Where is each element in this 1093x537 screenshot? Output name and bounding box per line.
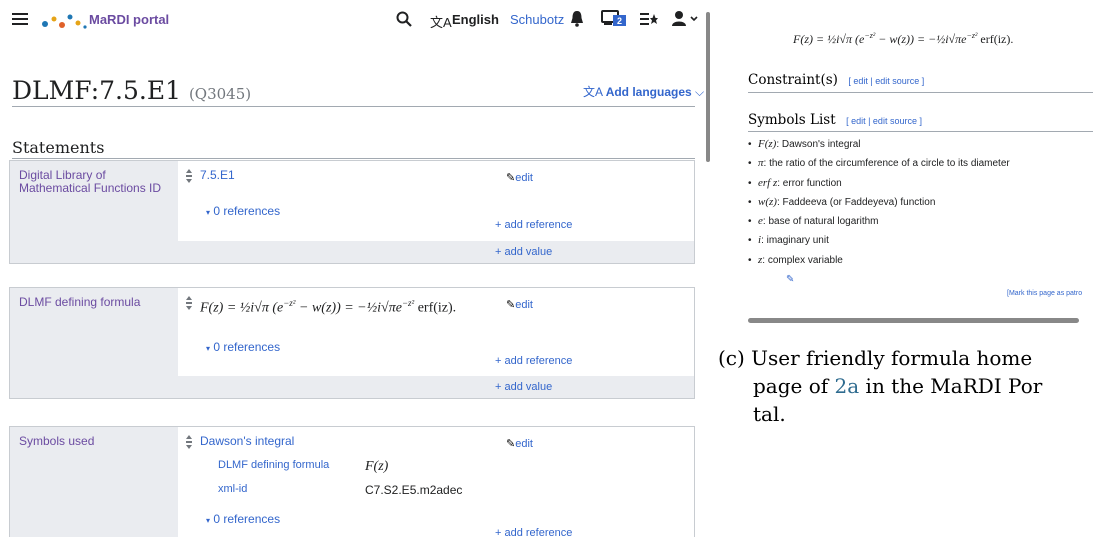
mark-patrolled-link[interactable]: [Mark this page as patro [1007, 290, 1082, 297]
page-title: DLMF:7.5.E1 (Q3045) [12, 76, 251, 105]
figure-caption: (c) User friendly formula home page of 2… [718, 346, 1043, 426]
formula-page-panel: F(z) = ½i√π (e−z² − w(z)) = −½i√πe−z² er… [716, 0, 1093, 537]
user-menu-icon[interactable] [672, 10, 698, 32]
qualifier-property[interactable]: DLMF defining formula [218, 459, 329, 471]
list-item: • z: complex variable [748, 253, 843, 266]
formula-value: F(z) = ½i√π (e−z² − w(z)) = −½i√πe−z² er… [200, 298, 457, 316]
add-value-button[interactable]: + add value [495, 246, 552, 258]
list-item: • w(z): Faddeeva (or Faddeyeva) function [748, 195, 936, 208]
pencil-icon[interactable]: ✎ [786, 274, 794, 285]
pencil-icon: ✎ [506, 438, 516, 450]
edit-button[interactable]: ✎edit [506, 171, 533, 184]
edit-button[interactable]: ✎edit [506, 298, 533, 311]
statement-value[interactable]: 7.5.E1 [200, 168, 235, 182]
symbols-list: • F(z): Dawson's integral • π: the ratio o… [748, 138, 1010, 273]
edit-button[interactable]: ✎edit [506, 437, 533, 450]
references-toggle[interactable]: ▾ 0 references [206, 204, 280, 218]
menu-icon[interactable] [12, 12, 28, 26]
list-item: • e: base of natural logarithm [748, 215, 879, 228]
add-reference-button[interactable]: + add reference [495, 527, 572, 537]
horizontal-scrollbar[interactable] [748, 318, 1079, 323]
edit-section-link[interactable]: [ edit | edit source ] [846, 116, 922, 126]
references-toggle[interactable]: ▾ 0 references [206, 512, 280, 526]
statement-group-symbols-used: Symbols used Dawson's integral ✎edit DLM… [9, 426, 695, 537]
add-reference-button[interactable]: + add reference [495, 355, 572, 367]
item-label: DLMF:7.5.E1 [12, 76, 181, 105]
statements-heading: Statements [12, 138, 105, 157]
qualifier-value: C7.S2.E5.m2adec [365, 483, 463, 497]
qualifier-property[interactable]: xml-id [218, 483, 247, 495]
statement-value[interactable]: Dawson's integral [200, 434, 294, 448]
svg-text:2: 2 [617, 16, 622, 26]
user-link[interactable]: Schubotz [510, 12, 564, 27]
add-languages-label: Add languages [605, 85, 692, 99]
title-divider [12, 106, 695, 107]
add-value-button[interactable]: + add value [495, 381, 552, 393]
references-toggle[interactable]: ▾ 0 references [206, 340, 280, 354]
statement-property[interactable]: DLMF defining formula [10, 288, 178, 398]
add-languages-button[interactable]: 文A Add languages ⌵ [583, 83, 704, 100]
section-divider [748, 131, 1093, 132]
qualifier-value: F(z) [365, 459, 389, 474]
chevron-down-icon: ⌵ [691, 85, 705, 99]
list-item: • F(z): Dawson's integral [748, 138, 861, 150]
constraints-heading: Constraint(s) [ edit | edit source ] [748, 72, 925, 88]
pencil-icon: ✎ [506, 299, 516, 311]
wikibase-item-page: MaRDI portal 文A English Schubotz 2 DLMF:… [0, 0, 712, 537]
statement-group-defining-formula: DLMF defining formula F(z) = ½i√π (e−z² … [9, 287, 695, 399]
statement-property[interactable]: Symbols used [10, 427, 178, 537]
formula-display: F(z) = ½i√π (e−z² − w(z)) = −½i√πe−z² er… [793, 31, 1014, 46]
figure-reference-link[interactable]: 2a [835, 374, 860, 398]
statement-group-dlmf-id: Digital Library of Mathematical Function… [9, 160, 695, 264]
statement-property[interactable]: Digital Library of Mathematical Function… [10, 161, 178, 263]
chevron-down-icon: ▾ [206, 516, 211, 525]
rank-selector-icon[interactable] [186, 435, 192, 449]
add-reference-button[interactable]: + add reference [495, 219, 572, 231]
watchlist-icon[interactable] [640, 12, 658, 31]
rank-selector-icon[interactable] [186, 296, 192, 310]
add-value-bar: + add value [178, 241, 694, 263]
notices-icon[interactable]: 2 [601, 9, 627, 32]
rank-selector-icon[interactable] [186, 169, 192, 183]
formula-exp: −z² [401, 298, 415, 308]
scrollbar-thumb[interactable] [706, 12, 710, 162]
list-item: • i: imaginary unit [748, 234, 829, 247]
site-logo[interactable] [41, 10, 87, 30]
search-icon[interactable] [396, 11, 412, 32]
site-name[interactable]: MaRDI portal [89, 12, 169, 27]
bell-icon[interactable] [570, 10, 584, 32]
language-icon[interactable]: 文A [430, 12, 452, 31]
section-divider [748, 92, 1093, 93]
pencil-icon: ✎ [506, 172, 516, 184]
chevron-down-icon: ▾ [206, 344, 211, 353]
add-value-bar: + add value [178, 376, 694, 398]
list-item: • π: the ratio of the circumference of a … [748, 157, 1010, 170]
language-icon: 文A [583, 85, 606, 99]
item-qid: (Q3045) [188, 85, 252, 103]
list-item: • erf z: error function [748, 176, 842, 189]
language-selector[interactable]: English [452, 12, 499, 27]
edit-section-link[interactable]: [ edit | edit source ] [848, 76, 924, 86]
chevron-down-icon: ▾ [206, 208, 211, 217]
statements-divider [12, 158, 695, 159]
symbols-list-heading: Symbols List [ edit | edit source ] [748, 112, 922, 128]
